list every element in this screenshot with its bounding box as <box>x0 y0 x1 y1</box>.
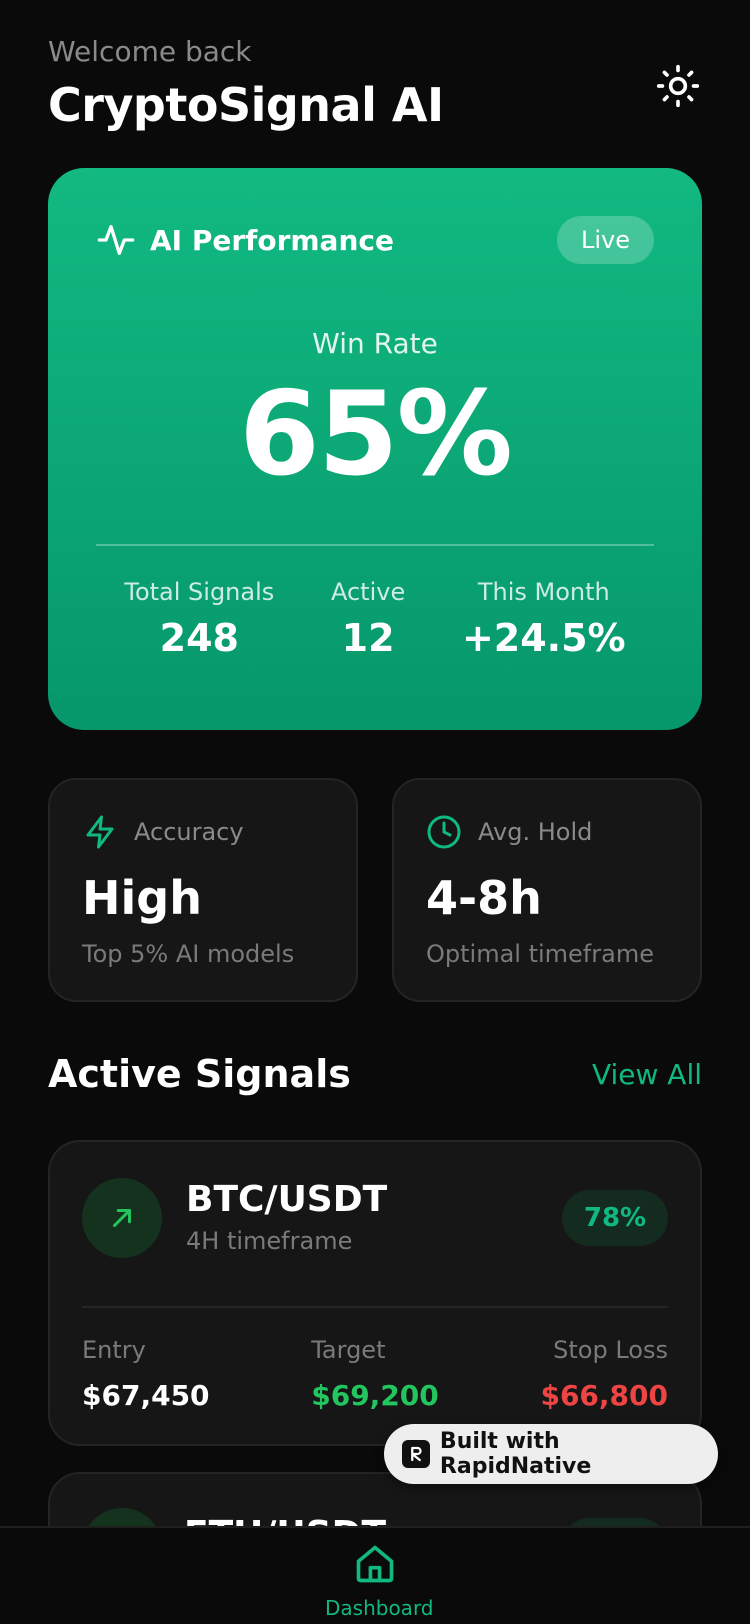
theme-toggle-button[interactable] <box>654 62 702 110</box>
divider <box>82 1306 668 1308</box>
stat-label: Active <box>330 578 406 606</box>
stat-value: +24.5% <box>461 616 626 660</box>
avg-hold-card: Avg. Hold 4-8h Optimal timeframe <box>392 778 702 1002</box>
entry-label: Entry <box>82 1336 146 1364</box>
entry-value: $67,450 <box>82 1379 210 1412</box>
entry-column: Entry $67,450 <box>82 1334 210 1416</box>
ai-performance-card: AI Performance Live Win Rate 65% Total S… <box>48 168 702 730</box>
nav-item-dashboard[interactable]: Dashboard <box>325 1542 434 1620</box>
signal-pair: BTC/USDT <box>186 1179 388 1220</box>
accuracy-value: High <box>82 871 202 925</box>
signal-direction <box>82 1178 162 1258</box>
section-title: Active Signals <box>48 1052 351 1096</box>
stat-value: 12 <box>341 616 395 660</box>
target-column: Target $69,200 <box>311 1334 439 1416</box>
avg-hold-subtitle: Optimal timeframe <box>426 940 654 968</box>
divider <box>96 544 654 546</box>
target-label: Target <box>311 1336 386 1364</box>
stop-loss-label: Stop Loss <box>553 1336 668 1364</box>
accuracy-subtitle: Top 5% AI models <box>82 940 295 968</box>
rapidnative-logo-icon <box>402 1440 430 1468</box>
active-signals-header: Active Signals View All <box>48 1052 702 1096</box>
signal-card[interactable]: BTC/USDT 4H timeframe 78% Entry $67,450 … <box>48 1140 702 1446</box>
live-badge: Live <box>556 216 654 264</box>
signal-timeframe: 4H timeframe <box>186 1227 353 1255</box>
stat-label: This Month <box>477 578 610 606</box>
nav-label: Dashboard <box>325 1596 434 1620</box>
built-with-text: Built with RapidNative <box>439 1429 592 1479</box>
avg-hold-label: Avg. Hold <box>478 818 593 846</box>
target-value: $69,200 <box>311 1379 439 1412</box>
activity-pulse-icon <box>97 225 135 255</box>
performance-heading: AI Performance <box>96 220 394 260</box>
confidence-badge: 78% <box>562 1190 668 1246</box>
app-title: CryptoSignal AI <box>48 78 444 132</box>
win-rate-value: 65% <box>239 367 513 502</box>
bottom-nav: Dashboard <box>0 1526 750 1624</box>
stat-value: 248 <box>159 616 239 660</box>
stat-active: Active 12 <box>331 576 405 664</box>
sun-icon <box>656 64 700 108</box>
arrow-up-right-icon <box>113 1209 131 1227</box>
header: Welcome back CryptoSignal AI <box>48 34 702 138</box>
stat-this-month: This Month +24.5% <box>462 576 626 664</box>
stat-total-signals: Total Signals 248 <box>124 576 274 664</box>
avg-hold-value: 4-8h <box>426 871 542 925</box>
stop-loss-column: Stop Loss $66,800 <box>540 1334 668 1416</box>
clock-icon <box>427 815 461 849</box>
stop-loss-value: $66,800 <box>540 1379 668 1412</box>
performance-title: AI Performance <box>150 223 394 257</box>
accuracy-label: Accuracy <box>134 818 244 846</box>
lightning-bolt-icon <box>86 815 114 849</box>
home-icon <box>356 1545 394 1583</box>
accuracy-card: Accuracy High Top 5% AI models <box>48 778 358 1002</box>
win-rate-label: Win Rate <box>312 327 438 360</box>
performance-stats: Total Signals 248 Active 12 This Month +… <box>96 576 654 664</box>
built-with-badge[interactable]: Built with RapidNative <box>384 1424 718 1484</box>
view-all-link[interactable]: View All <box>592 1058 702 1091</box>
welcome-text: Welcome back <box>48 35 252 68</box>
stat-label: Total Signals <box>124 578 275 606</box>
